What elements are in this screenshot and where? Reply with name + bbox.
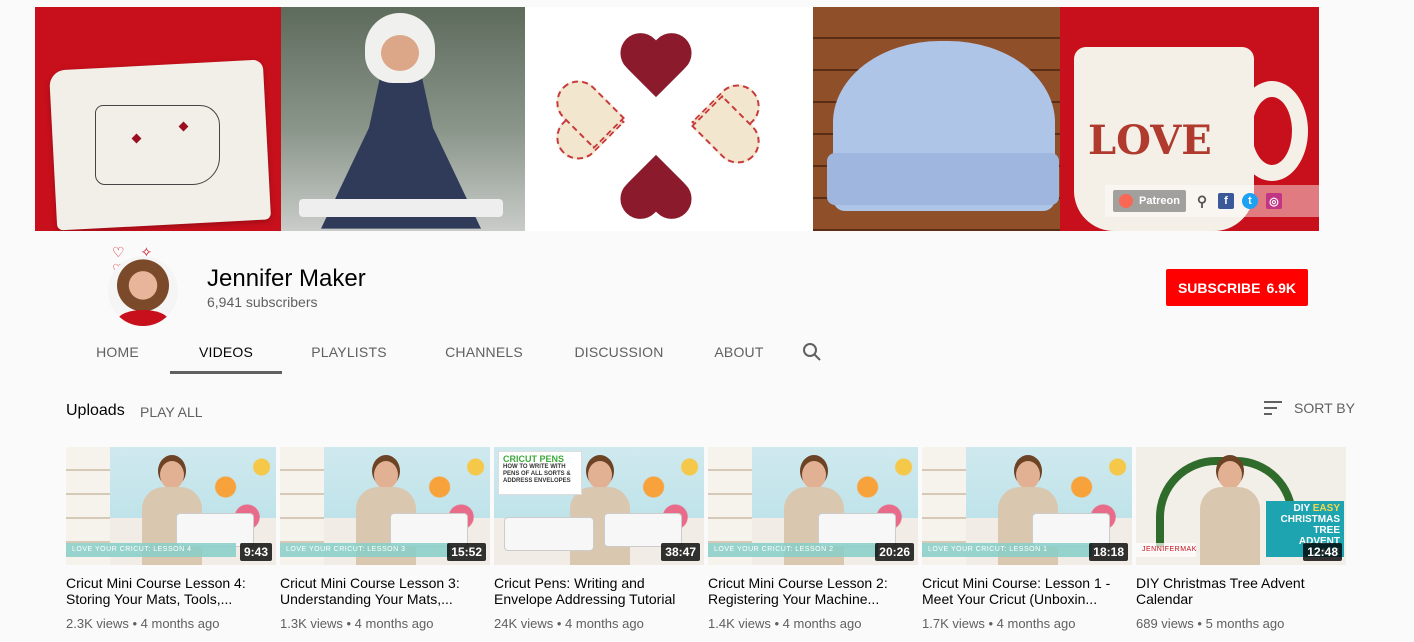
subscribe-count: 6.9K	[1266, 279, 1297, 296]
video-card[interactable]: LOVE YOUR CRICUT: LESSON 3 15:52 Cricut …	[280, 447, 490, 631]
thumbnail-caption: LOVE YOUR CRICUT: LESSON 3	[280, 543, 450, 557]
video-duration: 38:47	[661, 543, 700, 561]
search-icon	[803, 343, 821, 361]
sort-by-button[interactable]: SORT BY	[1264, 400, 1355, 416]
subscriber-count: 6,941 subscribers	[207, 294, 318, 310]
video-meta: 1.4K views • 4 months ago	[708, 616, 862, 631]
banner-hat-image	[813, 7, 1060, 231]
banner-hearts-image	[525, 7, 813, 231]
tab-about[interactable]: ABOUT	[686, 330, 792, 374]
video-duration: 18:18	[1089, 543, 1128, 561]
tab-discussion[interactable]: DISCUSSION	[552, 330, 686, 374]
video-thumbnail[interactable]: LOVE YOUR CRICUT: LESSON 1 18:18	[922, 447, 1132, 565]
tab-home[interactable]: HOME	[65, 330, 170, 374]
tab-channels[interactable]: CHANNELS	[416, 330, 552, 374]
patreon-icon	[1119, 194, 1133, 208]
video-duration: 12:48	[1303, 543, 1342, 561]
video-card[interactable]: CRICUT PENS HOW TO WRITE WITH PENS OF AL…	[494, 447, 704, 631]
video-card[interactable]: LOVE YOUR CRICUT: LESSON 1 18:18 Cricut …	[922, 447, 1132, 631]
facebook-icon[interactable]: f	[1217, 193, 1234, 209]
video-title[interactable]: Cricut Mini Course: Lesson 1 - Meet Your…	[922, 575, 1132, 607]
video-meta: 24K views • 4 months ago	[494, 616, 644, 631]
instagram-icon[interactable]: ◎	[1265, 193, 1282, 209]
pinterest-icon[interactable]: ⚲	[1194, 193, 1210, 209]
channel-search-button[interactable]	[792, 330, 832, 374]
video-meta: 689 views • 5 months ago	[1136, 616, 1285, 631]
thumbnail-caption: LOVE YOUR CRICUT: LESSON 4	[66, 543, 236, 557]
tab-videos[interactable]: VIDEOS	[170, 330, 282, 374]
video-title[interactable]: Cricut Pens: Writing and Envelope Addres…	[494, 575, 704, 607]
channel-banner: LOVE Patreon ⚲ f t ◎	[35, 7, 1319, 231]
banner-coat-image	[281, 7, 525, 231]
channel-name: Jennifer Maker	[207, 265, 366, 292]
twitter-icon[interactable]: t	[1241, 193, 1258, 209]
banner-pillow-image	[35, 7, 281, 231]
video-thumbnail[interactable]: LOVE YOUR CRICUT: LESSON 2 20:26	[708, 447, 918, 565]
video-thumbnail[interactable]: DIY EASY CHRISTMAS TREE ADVENT CALE JENN…	[1136, 447, 1346, 565]
video-duration: 9:43	[239, 543, 272, 561]
video-title[interactable]: DIY Christmas Tree Advent Calendar	[1136, 575, 1346, 607]
video-meta: 1.7K views • 4 months ago	[922, 616, 1076, 631]
patreon-link[interactable]: Patreon	[1113, 190, 1186, 212]
video-title[interactable]: Cricut Mini Course Lesson 4: Storing You…	[66, 575, 276, 607]
channel-avatar[interactable]	[108, 256, 178, 326]
video-title[interactable]: Cricut Mini Course Lesson 2: Registering…	[708, 575, 918, 607]
video-thumbnail[interactable]: CRICUT PENS HOW TO WRITE WITH PENS OF AL…	[494, 447, 704, 565]
thumbnail-label-box: CRICUT PENS HOW TO WRITE WITH PENS OF AL…	[498, 451, 582, 495]
sort-icon	[1264, 401, 1282, 415]
mug-love-text: LOVE	[1088, 117, 1212, 164]
patreon-label: Patreon	[1139, 195, 1180, 207]
video-duration: 15:52	[447, 543, 486, 561]
video-duration: 20:26	[875, 543, 914, 561]
uploads-heading[interactable]: Uploads	[66, 402, 125, 420]
video-card[interactable]: LOVE YOUR CRICUT: LESSON 4 9:43 Cricut M…	[66, 447, 276, 631]
tab-playlists[interactable]: PLAYLISTS	[282, 330, 416, 374]
video-card[interactable]: DIY EASY CHRISTMAS TREE ADVENT CALE JENN…	[1136, 447, 1346, 631]
banner-social-links: Patreon ⚲ f t ◎	[1105, 185, 1319, 217]
channel-tabs: HOME VIDEOS PLAYLISTS CHANNELS DISCUSSIO…	[65, 330, 832, 374]
video-grid: LOVE YOUR CRICUT: LESSON 4 9:43 Cricut M…	[66, 447, 1346, 631]
play-all-button[interactable]: PLAY ALL	[140, 404, 203, 420]
video-meta: 2.3K views • 4 months ago	[66, 616, 220, 631]
subscribe-label: SUBSCRIBE	[1177, 279, 1261, 296]
thumbnail-caption: LOVE YOUR CRICUT: LESSON 1	[922, 543, 1092, 557]
video-thumbnail[interactable]: LOVE YOUR CRICUT: LESSON 4 9:43	[66, 447, 276, 565]
thumbnail-caption: LOVE YOUR CRICUT: LESSON 2	[708, 543, 878, 557]
sort-by-label: SORT BY	[1294, 400, 1355, 416]
subscribe-button[interactable]: SUBSCRIBE 6.9K	[1166, 269, 1308, 306]
video-title[interactable]: Cricut Mini Course Lesson 3: Understandi…	[280, 575, 490, 607]
thumbnail-caption: JENNIFERMAKER	[1136, 543, 1196, 557]
video-card[interactable]: LOVE YOUR CRICUT: LESSON 2 20:26 Cricut …	[708, 447, 918, 631]
thumbnail-label-title: CRICUT PENS	[503, 454, 565, 464]
video-meta: 1.3K views • 4 months ago	[280, 616, 434, 631]
video-thumbnail[interactable]: LOVE YOUR CRICUT: LESSON 3 15:52	[280, 447, 490, 565]
thumbnail-label-text: HOW TO WRITE WITH PENS OF ALL SORTS & AD…	[503, 464, 571, 484]
